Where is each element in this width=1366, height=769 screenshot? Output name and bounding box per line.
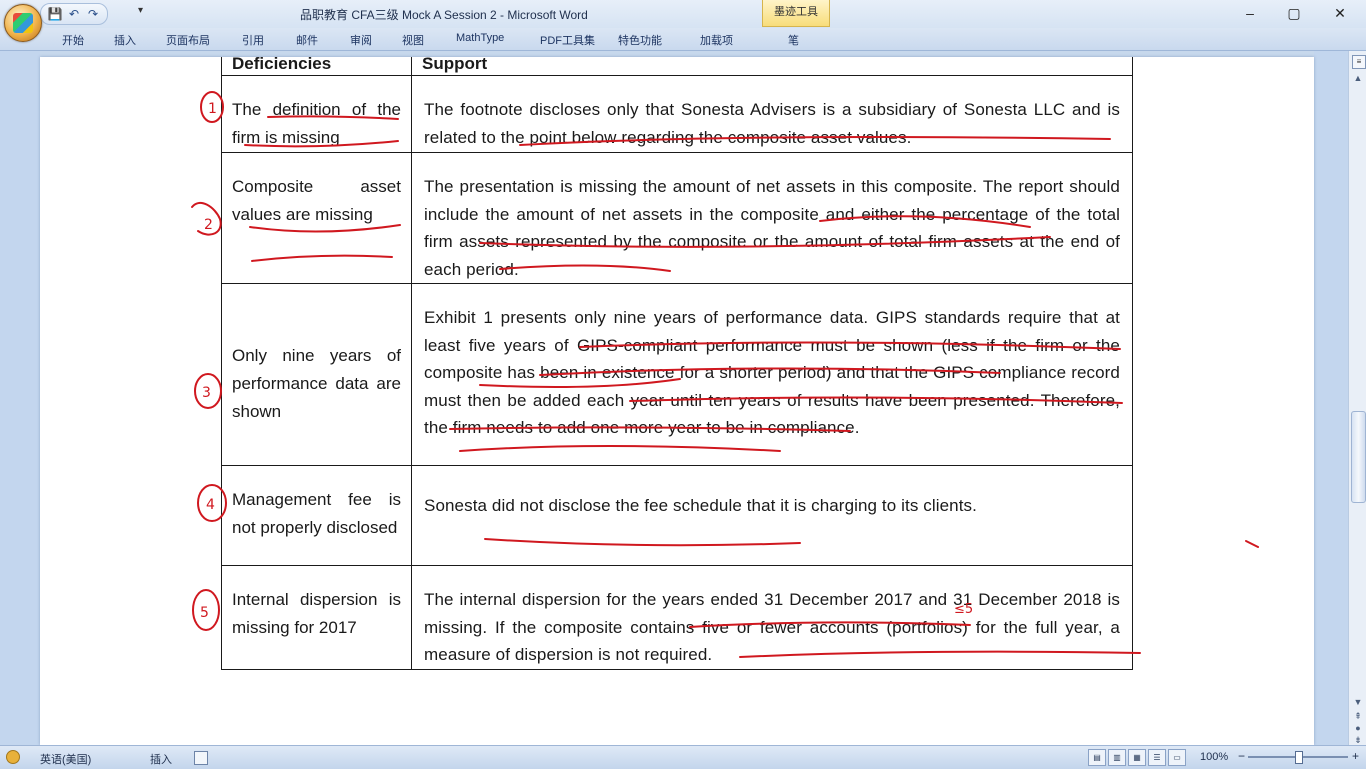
zoom-slider-handle[interactable] bbox=[1295, 751, 1303, 764]
deficiency-cell: Management fee is not properly disclosed bbox=[221, 465, 412, 566]
quick-access-toolbar: 💾 ↶ ↷ bbox=[40, 3, 108, 25]
save-icon[interactable]: 💾 bbox=[47, 6, 63, 22]
tab-mathtype[interactable]: MathType bbox=[456, 32, 504, 44]
zoom-out-button[interactable]: − bbox=[1238, 749, 1245, 763]
table-header-row: Deficiencies Support bbox=[221, 57, 1133, 76]
outline-view-icon[interactable]: ☰ bbox=[1148, 749, 1166, 766]
support-cell: Exhibit 1 presents only nine years of pe… bbox=[411, 283, 1133, 466]
maximize-button[interactable]: ▢ bbox=[1276, 2, 1312, 24]
deficiency-cell: Only nine years of performance data are … bbox=[221, 283, 412, 466]
draft-view-icon[interactable]: ▭ bbox=[1168, 749, 1186, 766]
window-title: 品职教育 CFA三级 Mock A Session 2 - Microsoft … bbox=[300, 8, 588, 22]
office-button[interactable] bbox=[4, 4, 42, 42]
minimize-button[interactable]: – bbox=[1232, 2, 1268, 24]
workspace-left bbox=[0, 51, 40, 745]
redo-icon[interactable]: ↷ bbox=[85, 6, 101, 22]
customize-qat-icon[interactable]: ▾ bbox=[138, 5, 143, 16]
ruler-toggle-icon[interactable]: ≡ bbox=[1352, 55, 1366, 69]
table-row: Only nine years of performance data are … bbox=[221, 283, 1133, 466]
support-cell: The internal dispersion for the years en… bbox=[411, 565, 1133, 670]
tab-features[interactable]: 特色功能 bbox=[618, 32, 662, 48]
table-row: Internal dispersion is missing for 2017 … bbox=[221, 565, 1133, 670]
ink-number-2: 2 bbox=[204, 217, 213, 233]
scrollbar-thumb[interactable] bbox=[1351, 411, 1366, 503]
ink-number-4: 4 bbox=[206, 497, 215, 513]
print-layout-view-icon[interactable]: ▤ bbox=[1088, 749, 1106, 766]
tab-insert[interactable]: 插入 bbox=[114, 32, 136, 48]
document-page[interactable]: Deficiencies Support The definition of t… bbox=[40, 57, 1314, 745]
tab-references[interactable]: 引用 bbox=[242, 32, 264, 48]
workspace-right bbox=[1314, 51, 1348, 745]
ink-circle-3 bbox=[194, 373, 222, 409]
deficiency-table: Deficiencies Support The definition of t… bbox=[221, 57, 1133, 670]
proofing-icon[interactable] bbox=[6, 750, 20, 764]
context-tab-ink-tools[interactable]: 墨迹工具 bbox=[762, 0, 830, 27]
undo-icon[interactable]: ↶ bbox=[66, 6, 82, 22]
scroll-down-arrow-icon[interactable]: ▼ bbox=[1352, 697, 1364, 707]
status-language[interactable]: 英语(美国) bbox=[40, 751, 91, 767]
table-row: Management fee is not properly disclosed… bbox=[221, 465, 1133, 566]
ribbon-tab-row: 开始 插入 页面布局 引用 邮件 审阅 视图 MathType PDF工具集 特… bbox=[0, 28, 1366, 51]
ink-circle-1 bbox=[200, 91, 224, 123]
tab-pens[interactable]: 笔 bbox=[788, 32, 799, 48]
office-logo-icon bbox=[13, 13, 33, 33]
browse-object-icon[interactable]: ● bbox=[1352, 723, 1364, 733]
tab-addins[interactable]: 加载项 bbox=[700, 32, 733, 48]
deficiency-cell: The definition of the firm is missing bbox=[221, 75, 412, 153]
zoom-level[interactable]: 100% bbox=[1200, 751, 1228, 763]
status-insert-mode[interactable]: 插入 bbox=[150, 751, 172, 767]
header-support: Support bbox=[411, 57, 1133, 76]
tab-review[interactable]: 审阅 bbox=[350, 32, 372, 48]
tab-mailings[interactable]: 邮件 bbox=[296, 32, 318, 48]
ink-number-1: 1 bbox=[208, 101, 217, 117]
view-buttons: ▤ ▥ ▦ ☰ ▭ bbox=[1088, 749, 1186, 766]
ink-number-5: 5 bbox=[200, 605, 209, 621]
close-button[interactable]: ✕ bbox=[1322, 2, 1358, 24]
tab-pdf-tools[interactable]: PDF工具集 bbox=[540, 32, 595, 48]
tab-home[interactable]: 开始 bbox=[62, 32, 84, 48]
ink-circle-5 bbox=[192, 589, 220, 631]
prev-page-icon[interactable]: ⇞ bbox=[1352, 711, 1364, 721]
ink-circle-2 bbox=[191, 201, 222, 236]
scroll-up-arrow-icon[interactable]: ▲ bbox=[1352, 73, 1364, 83]
deficiency-cell: Internal dispersion is missing for 2017 bbox=[221, 565, 412, 670]
next-page-icon[interactable]: ⇟ bbox=[1352, 735, 1364, 745]
support-cell: The presentation is missing the amount o… bbox=[411, 152, 1133, 284]
table-row: The definition of the firm is missing Th… bbox=[221, 75, 1133, 153]
ink-mark bbox=[1245, 540, 1259, 548]
full-screen-view-icon[interactable]: ▥ bbox=[1108, 749, 1126, 766]
zoom-in-button[interactable]: + bbox=[1352, 749, 1359, 763]
support-cell: Sonesta did not disclose the fee schedul… bbox=[411, 465, 1133, 566]
support-cell: The footnote discloses only that Sonesta… bbox=[411, 75, 1133, 153]
title-bar: 💾 ↶ ↷ ▾ 品职教育 CFA三级 Mock A Session 2 - Mi… bbox=[0, 0, 1366, 29]
web-layout-view-icon[interactable]: ▦ bbox=[1128, 749, 1146, 766]
tab-page-layout[interactable]: 页面布局 bbox=[166, 32, 210, 48]
ink-number-3: 3 bbox=[202, 385, 211, 401]
status-bar: 英语(美国) 插入 ▤ ▥ ▦ ☰ ▭ 100% − + bbox=[0, 745, 1366, 769]
header-deficiencies: Deficiencies bbox=[221, 57, 412, 76]
vertical-scrollbar[interactable]: ≡ ▲ ▼ ⇞ ● ⇟ bbox=[1348, 51, 1366, 745]
macro-record-icon[interactable] bbox=[194, 751, 208, 765]
deficiency-cell: Composite asset values are missing bbox=[221, 152, 412, 284]
table-row: Composite asset values are missing The p… bbox=[221, 152, 1133, 284]
tab-view[interactable]: 视图 bbox=[402, 32, 424, 48]
